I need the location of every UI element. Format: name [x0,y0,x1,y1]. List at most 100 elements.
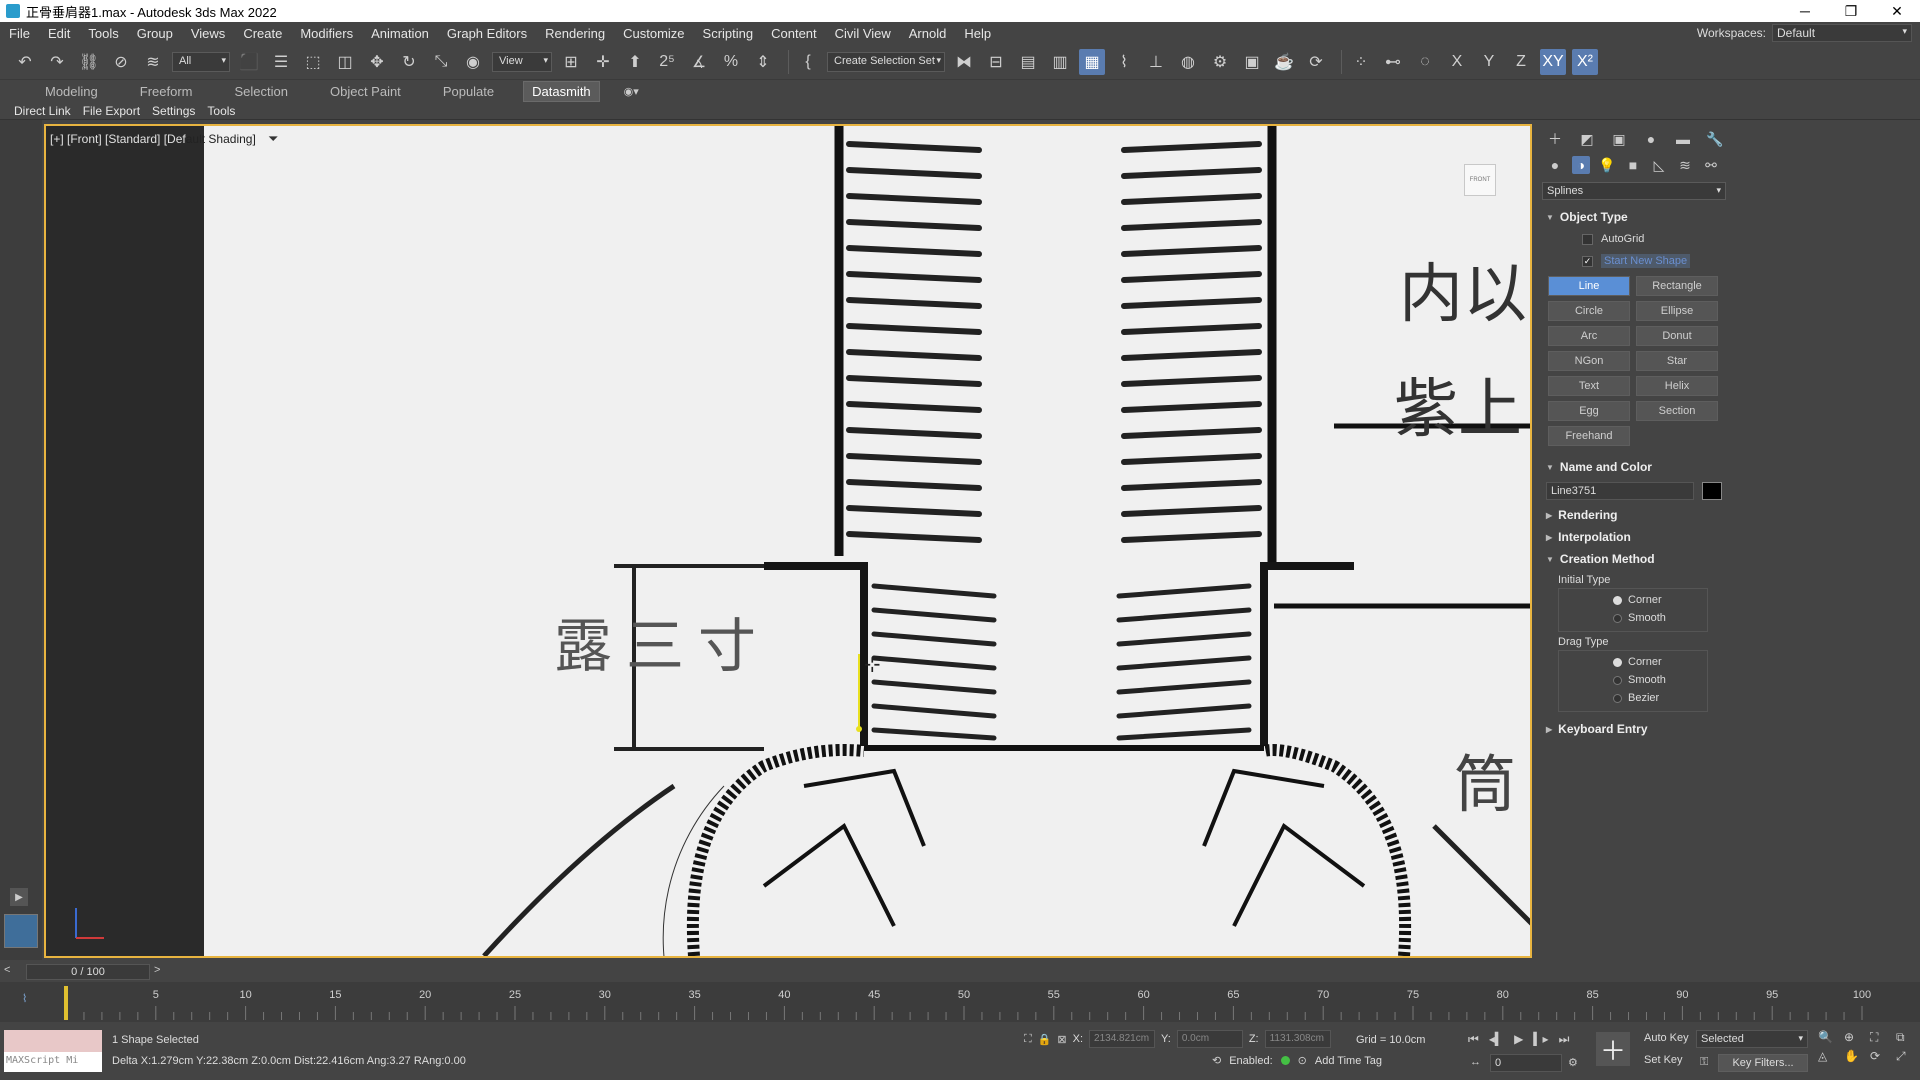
select-object-icon[interactable]: ⬛ [236,49,262,75]
measure-icon[interactable]: ⊷ [1380,49,1406,75]
rectangular-selection-icon[interactable]: ⬚ [300,49,326,75]
object-snap-icon[interactable]: ◌ [1412,49,1438,75]
star-button[interactable]: Star [1636,351,1718,371]
display-tab-icon[interactable]: ▬ [1674,130,1692,148]
time-slider[interactable]: 0 / 100 [26,964,150,980]
mirror-icon[interactable]: ⧓ [951,49,977,75]
expand-layout-icon[interactable]: ▶ [10,888,28,906]
arc-button[interactable]: Arc [1548,326,1630,346]
restore-button[interactable]: ❐ [1828,0,1874,22]
curve-editor-toggle-icon[interactable]: ⌇ [22,993,27,1005]
menu-tools[interactable]: Tools [79,26,127,41]
egg-button[interactable]: Egg [1548,401,1630,421]
tab-populate[interactable]: Populate [422,84,515,99]
initial-smooth-option[interactable]: Smooth [1563,609,1707,627]
front-viewport[interactable]: ⊹ 露三寸 内以 紫上 筒 [+] [Front] [Standard] [De… [44,124,1532,958]
close-button[interactable]: ✕ [1874,0,1920,22]
menu-graph-editors[interactable]: Graph Editors [438,26,536,41]
percent-snap-icon[interactable]: % [718,49,744,75]
motion-tab-icon[interactable]: ● [1642,130,1660,148]
cameras-icon[interactable]: ■ [1624,156,1642,174]
toggle-layer-explorer-icon[interactable]: ▥ [1047,49,1073,75]
track-bar[interactable]: 5 10 15 20 25 30 35 40 45 50 55 60 65 70 75 80 85 90 95 100… [0,982,1920,1022]
systems-icon[interactable]: ⚯ [1702,156,1720,174]
select-manipulate-icon[interactable]: ✛ [590,49,616,75]
snaps-toggle-icon[interactable]: 2⁵ [654,49,680,75]
y-coordinate-field[interactable]: 0.0cm [1176,1030,1243,1048]
key-selection-dropdown[interactable]: Selected ▾ [1696,1030,1808,1048]
isolate-selection-icon[interactable]: ⛶ [1024,1033,1032,1046]
x-coordinate-field[interactable]: 2134.821cm [1089,1030,1156,1048]
start-new-shape-checkbox[interactable]: ✓ [1582,255,1593,267]
link-icon[interactable]: ⛓ [76,49,102,75]
key-mode-toggle-icon[interactable]: ↔ [1470,1056,1481,1068]
menu-group[interactable]: Group [128,26,182,41]
circle-button[interactable]: Circle [1548,301,1630,321]
name-and-color-header[interactable]: ▼ Name and Color [1542,456,1726,478]
maximize-viewport-icon[interactable]: ⤢ [1896,1049,1918,1064]
menu-views[interactable]: Views [182,26,234,41]
viewcube[interactable]: FRONT [1464,164,1496,196]
undo-icon[interactable]: ↶ [12,49,38,75]
angle-snap-icon[interactable]: ∡ [686,49,712,75]
key-filters-icon[interactable]: ⚿ [1700,1056,1708,1069]
toggle-ribbon-icon[interactable]: ▦ [1079,48,1105,75]
create-tab-icon[interactable]: ＋ [1546,130,1564,148]
object-type-header[interactable]: ▼ Object Type [1542,206,1726,228]
interpolation-header[interactable]: ▶ Interpolation [1542,526,1726,548]
scale-icon[interactable]: ⤡ [428,49,454,75]
redo-icon[interactable]: ↷ [44,49,70,75]
place-icon[interactable]: ◉ [460,49,486,75]
line-button[interactable]: Line [1548,276,1630,296]
next-frame-icon[interactable]: ▍▸ [1533,1032,1548,1047]
ellipse-button[interactable]: Ellipse [1636,301,1718,321]
object-name-field[interactable]: Line3751 [1546,482,1694,500]
selection-filter-dropdown[interactable]: All ▾ [172,51,230,72]
tab-freeform[interactable]: Freeform [119,84,214,99]
menu-arnold[interactable]: Arnold [900,26,956,41]
play-icon[interactable]: ▶ [1514,1032,1523,1047]
section-button[interactable]: Section [1636,401,1718,421]
pivot-center-icon[interactable]: ⊞ [558,49,584,75]
selection-lock-icon[interactable]: 🔒 [1038,1033,1052,1046]
filter-icon[interactable]: ⏷ [268,131,278,147]
drag-corner-option[interactable]: Corner [1563,653,1707,671]
drag-smooth-option[interactable]: Smooth [1563,671,1707,689]
autogrid-row[interactable]: AutoGrid [1542,228,1726,250]
render-setup-icon[interactable]: ⚙ [1207,49,1233,75]
initial-corner-option[interactable]: Corner [1563,591,1707,609]
reference-coordinate-dropdown[interactable]: View ▾ [492,51,552,72]
menu-modifiers[interactable]: Modifiers [291,26,362,41]
autogrid-checkbox[interactable] [1582,233,1593,245]
menu-scripting[interactable]: Scripting [694,26,763,41]
axis-constraint-y[interactable]: Y [1476,49,1502,75]
viewport-label[interactable]: [+] [Front] [Standard] [Default Shading] [50,132,256,146]
category-dropdown[interactable]: Splines ▾ [1542,182,1726,200]
select-by-name-icon[interactable]: ☰ [268,49,294,75]
helpers-icon[interactable]: ◺ [1650,156,1668,174]
auto-key-button[interactable]: Auto Key [1644,1032,1689,1044]
time-configuration-icon[interactable]: ⚙ [1568,1056,1578,1069]
ngon-button[interactable]: NGon [1548,351,1630,371]
initial-smooth-radio[interactable] [1613,613,1622,623]
file-export-button[interactable]: File Export [83,104,140,118]
next-frame-arrow-icon[interactable]: > [154,964,160,976]
menu-help[interactable]: Help [955,26,1000,41]
current-frame-field[interactable]: 0 [1490,1054,1562,1072]
zoom-extents-all-icon[interactable]: ⧉ [1896,1030,1918,1045]
time-tag-icon[interactable]: ⊙ [1298,1054,1307,1067]
axis-constraint-x[interactable]: X [1444,49,1470,75]
settings-button[interactable]: Settings [152,104,195,118]
adaptive-degradation-icon[interactable]: ⟲ [1212,1054,1221,1067]
start-new-shape-row[interactable]: ✓ Start New Shape [1542,250,1726,272]
donut-button[interactable]: Donut [1636,326,1718,346]
drag-corner-radio[interactable] [1613,657,1622,667]
axis-constraint-xy-flyout-icon[interactable]: X² [1572,48,1598,75]
maxscript-input[interactable]: MAXScript Mi [4,1052,102,1072]
rectangle-button[interactable]: Rectangle [1636,276,1718,296]
tab-selection[interactable]: Selection [214,84,309,99]
menu-customize[interactable]: Customize [614,26,693,41]
toggle-scene-explorer-icon[interactable]: ▤ [1015,49,1041,75]
schematic-view-icon[interactable]: ⊥ [1143,49,1169,75]
creation-method-header[interactable]: ▼ Creation Method [1542,548,1726,570]
